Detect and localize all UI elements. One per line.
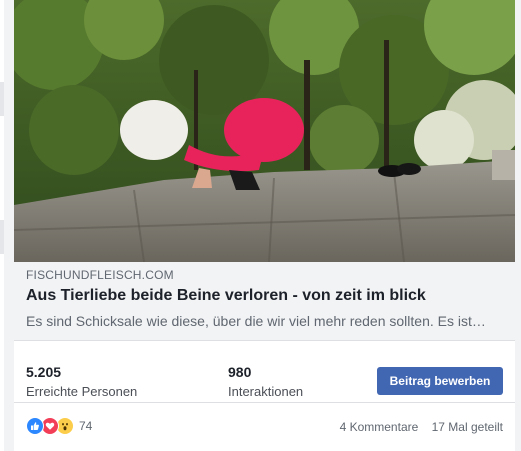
reach-label: Erreichte Personen <box>26 384 138 399</box>
reach-value: 5.205 <box>26 364 62 380</box>
post-card: FISCHUNDFLEISCH.COM Aus Tierliebe beide … <box>14 0 515 451</box>
engagement-value: 980 <box>228 364 252 380</box>
reaction-summary[interactable]: 74 <box>26 417 92 435</box>
link-preview-meta[interactable]: FISCHUNDFLEISCH.COM Aus Tierliebe beide … <box>14 262 515 341</box>
link-description: Es sind Schicksale wie diese, über die w… <box>26 313 486 329</box>
reaction-count: 74 <box>79 419 93 433</box>
left-edge <box>0 0 4 451</box>
engagement-counts: 4 Kommentare 17 Mal geteilt <box>340 420 503 434</box>
post-footer: 74 4 Kommentare 17 Mal geteilt <box>14 412 515 440</box>
preview-photo <box>14 0 515 262</box>
link-preview-image[interactable] <box>14 0 515 262</box>
engagement-label: Interaktionen <box>228 384 304 399</box>
link-domain: FISCHUNDFLEISCH.COM <box>26 268 174 282</box>
reach-metric: 5.205 Erreichte Personen <box>26 364 137 399</box>
left-edge-tick <box>0 82 4 116</box>
engagement-metric: 980 Interaktionen <box>228 364 303 399</box>
like-icon <box>26 417 44 435</box>
link-headline[interactable]: Aus Tierliebe beide Beine verloren - von… <box>26 287 426 305</box>
left-edge-tick <box>0 220 4 254</box>
post-insights: 5.205 Erreichte Personen 980 Interaktion… <box>14 352 515 400</box>
boost-post-button[interactable]: Beitrag bewerben <box>377 367 503 395</box>
shares-count-link[interactable]: 17 Mal geteilt <box>432 420 503 434</box>
divider <box>14 402 515 403</box>
comments-count-link[interactable]: 4 Kommentare <box>340 420 419 434</box>
